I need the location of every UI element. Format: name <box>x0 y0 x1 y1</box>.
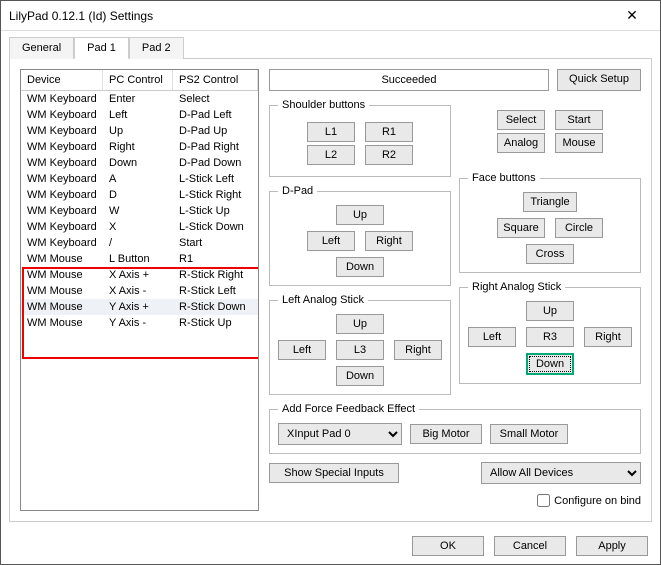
r1-button[interactable]: R1 <box>365 122 413 142</box>
table-row[interactable]: WM KeyboardAL-Stick Left <box>21 171 258 187</box>
table-row[interactable]: WM MouseL ButtonR1 <box>21 251 258 267</box>
table-row[interactable]: WM KeyboardDL-Stick Right <box>21 187 258 203</box>
lstick-right-button[interactable]: Right <box>394 340 442 360</box>
titlebar: LilyPad 0.12.1 (Id) Settings ✕ <box>1 1 660 31</box>
ff-device-select[interactable]: XInput Pad 0 <box>278 423 402 445</box>
configure-on-bind-checkbox[interactable] <box>537 494 550 507</box>
hdr-pc[interactable]: PC Control <box>103 70 173 90</box>
bindings-panel: Device PC Control PS2 Control WM Keyboar… <box>20 69 259 511</box>
table-row[interactable]: WM KeyboardUpD-Pad Up <box>21 123 258 139</box>
triangle-button[interactable]: Triangle <box>523 192 577 212</box>
configure-on-bind-label: Configure on bind <box>554 495 641 507</box>
hdr-device[interactable]: Device <box>21 70 103 90</box>
dpad-right-button[interactable]: Right <box>365 231 413 251</box>
table-row[interactable]: WM KeyboardWL-Stick Up <box>21 203 258 219</box>
tab-body: Device PC Control PS2 Control WM Keyboar… <box>9 59 652 522</box>
table-row[interactable]: WM MouseY Axis +R-Stick Down <box>21 299 258 315</box>
l1-button[interactable]: L1 <box>307 122 355 142</box>
analog-button[interactable]: Analog <box>497 133 545 153</box>
bindings-list[interactable]: Device PC Control PS2 Control WM Keyboar… <box>20 69 259 511</box>
tab-pad1[interactable]: Pad 1 <box>74 37 129 59</box>
misc-group: Select Start Analog Mouse <box>459 99 641 164</box>
l2-button[interactable]: L2 <box>307 145 355 165</box>
rstick-left-button[interactable]: Left <box>468 327 516 347</box>
hdr-ps2[interactable]: PS2 Control <box>173 70 258 90</box>
table-row[interactable]: WM MouseX Axis +R-Stick Right <box>21 267 258 283</box>
rstick-down-button[interactable]: Down <box>526 353 574 375</box>
lstick-up-button[interactable]: Up <box>336 314 384 334</box>
rstick-group: Right Analog Stick Up Left R3 Right Down <box>459 281 641 384</box>
mouse-button[interactable]: Mouse <box>555 133 603 153</box>
big-motor-button[interactable]: Big Motor <box>410 424 482 444</box>
rstick-up-button[interactable]: Up <box>526 301 574 321</box>
table-row[interactable]: WM MouseX Axis -R-Stick Left <box>21 283 258 299</box>
apply-button[interactable]: Apply <box>576 536 648 556</box>
select-button[interactable]: Select <box>497 110 545 130</box>
table-row[interactable]: WM KeyboardEnterSelect <box>21 91 258 107</box>
list-body[interactable]: WM KeyboardEnterSelectWM KeyboardLeftD-P… <box>21 91 258 483</box>
tab-strip: General Pad 1 Pad 2 <box>9 37 652 59</box>
dialog-buttons: OK Cancel Apply <box>1 528 660 564</box>
dpad-down-button[interactable]: Down <box>336 257 384 277</box>
table-row[interactable]: WM KeyboardRightD-Pad Right <box>21 139 258 155</box>
close-icon[interactable]: ✕ <box>612 4 652 28</box>
square-button[interactable]: Square <box>497 218 545 238</box>
r2-button[interactable]: R2 <box>365 145 413 165</box>
circle-button[interactable]: Circle <box>555 218 603 238</box>
dpad-left-button[interactable]: Left <box>307 231 355 251</box>
list-header: Device PC Control PS2 Control <box>21 70 258 91</box>
tab-general[interactable]: General <box>9 37 74 59</box>
shoulder-group: Shoulder buttons L1 R1 L2 R2 <box>269 99 451 177</box>
start-button[interactable]: Start <box>555 110 603 130</box>
ok-button[interactable]: OK <box>412 536 484 556</box>
window-title: LilyPad 0.12.1 (Id) Settings <box>9 9 612 23</box>
table-row[interactable]: WM KeyboardXL-Stick Down <box>21 219 258 235</box>
ff-group: Add Force Feedback Effect XInput Pad 0 B… <box>269 403 641 454</box>
table-row[interactable]: WM KeyboardDownD-Pad Down <box>21 155 258 171</box>
lstick-left-button[interactable]: Left <box>278 340 326 360</box>
lstick-group: Left Analog Stick Up Left L3 Right Down <box>269 294 451 395</box>
rstick-right-button[interactable]: Right <box>584 327 632 347</box>
quick-setup-button[interactable]: Quick Setup <box>557 69 641 91</box>
cross-button[interactable]: Cross <box>526 244 574 264</box>
settings-window: LilyPad 0.12.1 (Id) Settings ✕ General P… <box>0 0 661 565</box>
special-inputs-button[interactable]: Show Special Inputs <box>269 463 399 483</box>
tab-pad2[interactable]: Pad 2 <box>129 37 184 59</box>
face-group: Face buttons Triangle Square Circle Cros… <box>459 172 641 273</box>
status-box: Succeeded <box>269 69 549 91</box>
r3-button[interactable]: R3 <box>526 327 574 347</box>
small-motor-button[interactable]: Small Motor <box>490 424 568 444</box>
l3-button[interactable]: L3 <box>336 340 384 360</box>
dpad-up-button[interactable]: Up <box>336 205 384 225</box>
lstick-down-button[interactable]: Down <box>336 366 384 386</box>
dpad-group: D-Pad Up Left Right Down <box>269 185 451 286</box>
mapping-panel: Succeeded Quick Setup Shoulder buttons L… <box>269 69 641 511</box>
table-row[interactable]: WM Keyboard/Start <box>21 235 258 251</box>
table-row[interactable]: WM KeyboardLeftD-Pad Left <box>21 107 258 123</box>
table-row[interactable]: WM MouseY Axis -R-Stick Up <box>21 315 258 331</box>
cancel-button[interactable]: Cancel <box>494 536 566 556</box>
allow-devices-select[interactable]: Allow All Devices <box>481 462 641 484</box>
